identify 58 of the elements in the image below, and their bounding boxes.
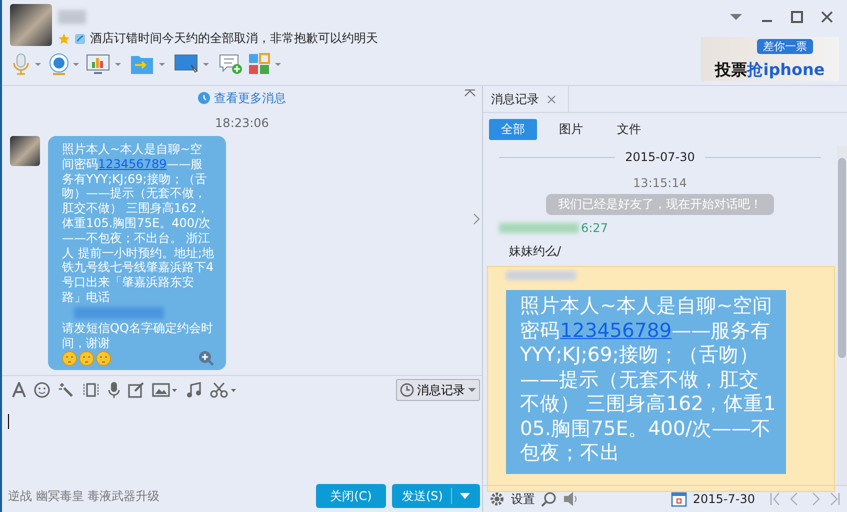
message-text: 请发短信QQ名字确定约会时间，谢谢 <box>62 320 213 350</box>
webcam-icon[interactable] <box>48 53 82 75</box>
add-message-icon[interactable] <box>218 53 244 75</box>
dropdown-icon[interactable] <box>729 12 743 22</box>
avatar-photo-placeholder <box>10 136 40 166</box>
magic-wand-icon[interactable] <box>58 382 74 398</box>
scissors-icon[interactable] <box>210 382 238 398</box>
image-icon[interactable] <box>152 382 178 398</box>
emoji-icon <box>62 350 77 366</box>
microphone-icon[interactable] <box>108 382 120 398</box>
message-time: 13:15:14 <box>632 176 688 190</box>
redacted-name <box>58 10 86 24</box>
close-icon[interactable] <box>821 11 833 23</box>
system-message: 我们已经是好友了，现在开始对话吧！ <box>546 194 774 215</box>
redacted-sender <box>506 271 576 280</box>
filter-tab[interactable]: 图片 <box>547 119 595 140</box>
speaker-icon[interactable] <box>563 491 579 507</box>
close-icon[interactable] <box>547 94 556 104</box>
caret-icon <box>468 387 476 393</box>
caret-icon[interactable] <box>460 493 470 499</box>
scrollbar[interactable] <box>837 146 847 485</box>
collapse-icon[interactable] <box>464 89 476 97</box>
emoji-icon <box>96 350 111 366</box>
settings-label[interactable]: 设置 <box>511 490 535 508</box>
filter-tab[interactable]: 文件 <box>605 119 653 140</box>
sender-time: 6:27 <box>581 221 608 235</box>
signature-icon <box>74 32 86 44</box>
font-icon[interactable] <box>12 382 26 398</box>
status-text: 逆战 幽冥毒皇 毒液武器升级 <box>8 488 161 504</box>
smiley-icon[interactable] <box>34 382 50 398</box>
selected-date[interactable]: 2015-7-30 <box>692 492 755 506</box>
zoom-in-icon[interactable] <box>198 350 214 366</box>
settings-icon[interactable] <box>489 491 505 507</box>
history-message-text: 妹妹约么/ <box>508 243 562 260</box>
calendar-icon[interactable] <box>670 491 687 507</box>
avatar-photo-placeholder[interactable] <box>10 4 52 46</box>
view-more-messages-link[interactable]: 查看更多消息 <box>214 90 286 106</box>
date-divider-text: 2015-07-30 <box>625 150 695 164</box>
edit-icon[interactable] <box>128 382 144 398</box>
ad-badge: 差你一票 <box>757 39 813 54</box>
signature-text: 酒店订错时间今天约的全部取消，非常抱歉可以约明天 <box>90 30 378 47</box>
clock-icon <box>400 383 414 397</box>
message-history-button[interactable]: 消息记录 <box>396 379 480 401</box>
maximize-icon[interactable] <box>791 11 803 23</box>
message-time: 18:23:06 <box>214 116 270 130</box>
history-message-text: 照片本人~本人是自聊~空间密码123456789——服务有YYY;KJ;69;接吻；（舌吻）——提示（无套不做，肛交不做） 三围身高162，体重105.胸围75E。400/次——不包夜；不出 <box>506 290 786 474</box>
ad-headline: 投票 <box>715 60 748 79</box>
shake-window-icon[interactable] <box>82 382 100 398</box>
star-icon <box>58 32 70 44</box>
clock-icon <box>198 92 210 104</box>
ad-headline-highlight: 抢iphone <box>747 60 825 79</box>
search-icon[interactable] <box>541 491 557 507</box>
music-note-icon[interactable] <box>186 382 202 398</box>
emoji-icon <box>79 350 94 366</box>
ad-banner[interactable]: 差你一票 投票抢iphone <box>701 37 839 81</box>
message-text: 照片本人~本人是自聊~空间密码123456789——服务有YYY;KJ;69;接吻；（舌吻）——提示（无套不做，肛交不做） 三围身高162，体重105.胸围75E。400/次——不包夜；不出台。 浙江人 提前一小时预约。地址;地铁九号线七号线肇嘉浜路下4号口出来「肇嘉浜路东安路」电话 <box>62 142 214 304</box>
apps-icon[interactable] <box>248 53 284 75</box>
message-history-tab[interactable]: 消息记录 <box>483 86 569 112</box>
